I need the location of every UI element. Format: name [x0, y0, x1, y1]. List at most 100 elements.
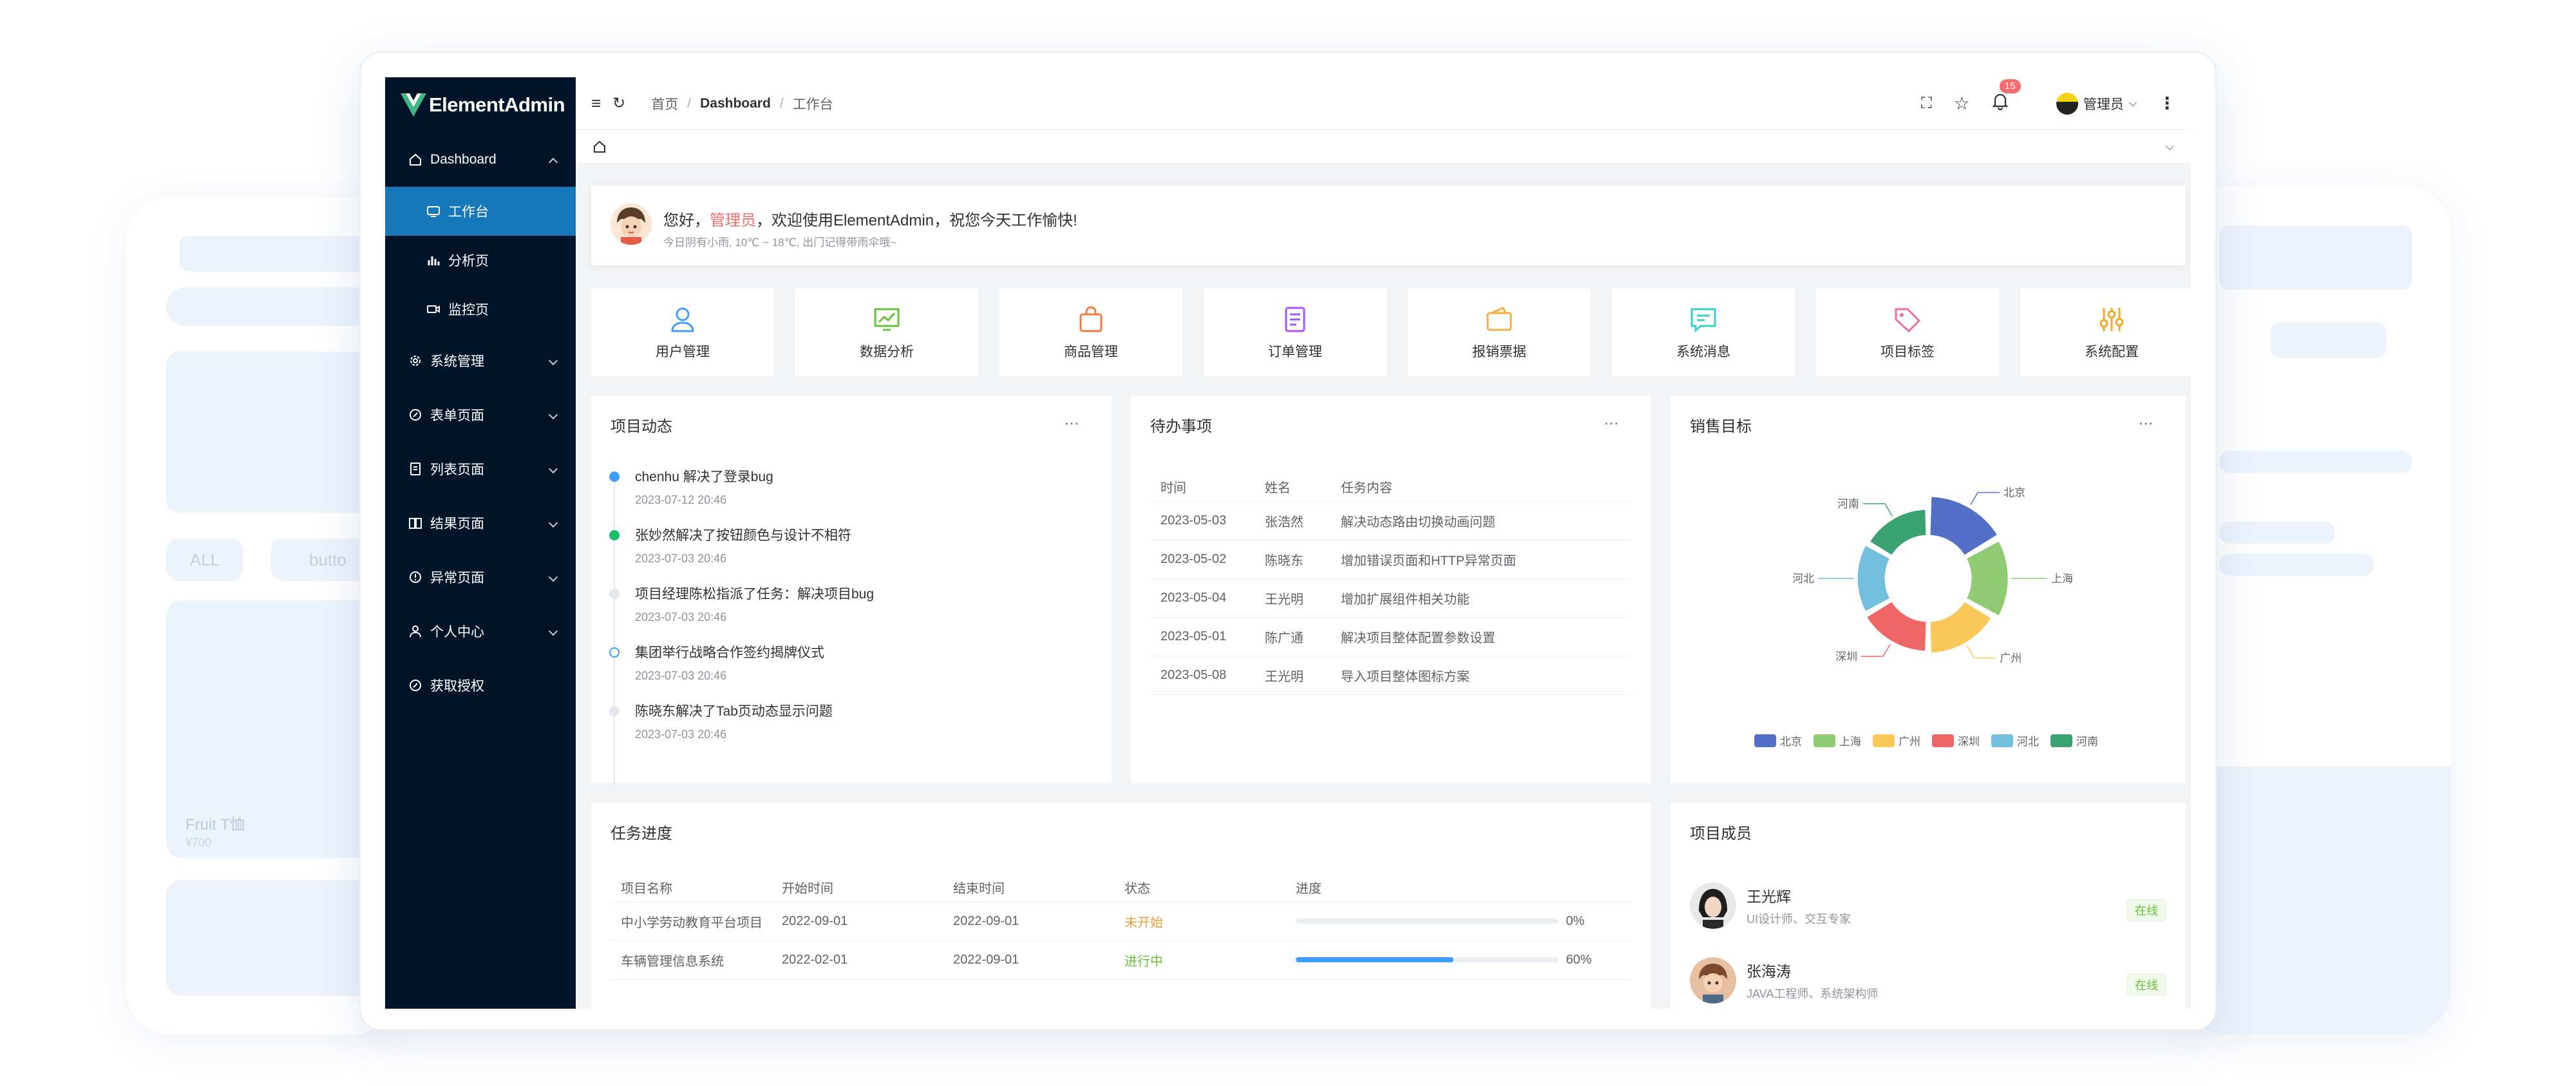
table-row[interactable]: 2023-05-01 陈广通 解决项目整体配置参数设置 [1150, 617, 1632, 656]
progress-bar [1296, 957, 1558, 963]
top-right-tools: ⛶ ☆ 15 管理员 ⌵ ⋮ [1921, 79, 2175, 115]
card-title: 任务进度 [611, 825, 672, 843]
sidebar-item-label: 监控页 [448, 303, 489, 318]
user-menu[interactable]: 管理员 ⌵ [2056, 92, 2137, 115]
legend-label[interactable]: 北京 [1780, 736, 1802, 748]
timeline-item: 陈晓东解决了Tab页动态显示问题 2023-07-03 20:46 [609, 701, 874, 759]
chart-slice-4[interactable] [1855, 543, 1892, 614]
cell-start: 2022-09-01 [782, 902, 953, 941]
app-logo-text: ElementAdmin [429, 93, 565, 116]
table-row[interactable]: 中小学劳动教育平台项目 2022-09-01 2022-09-01 未开始 0% [611, 902, 1632, 941]
timeline-time: 2023-07-12 20:46 [635, 493, 727, 506]
member-item[interactable]: 张海涛 JAVA工程师、系统架构师 [1690, 957, 1878, 1004]
cell-task: 导入项目整体图标方案 [1341, 656, 1632, 695]
more-vertical-icon[interactable]: ⋮ [2159, 93, 2175, 113]
more-icon[interactable]: ... [2139, 411, 2154, 429]
quick-action-products[interactable]: 商品管理 [999, 289, 1182, 376]
star-icon[interactable]: ☆ [1954, 93, 1970, 114]
sidebar-item-workbench[interactable]: 工作台 [385, 187, 576, 236]
cell-task: 解决动态路由切换动画问题 [1341, 501, 1632, 540]
sidebar-item-monitor[interactable]: 监控页 [385, 285, 576, 334]
sidebar-item-forms[interactable]: 表单页面 [385, 388, 576, 442]
legend-label[interactable]: 上海 [1839, 736, 1861, 748]
fullscreen-icon[interactable]: ⛶ [1921, 95, 1932, 113]
user-icon [408, 624, 422, 638]
chevron-down-icon[interactable]: ⌵ [2165, 140, 2174, 153]
sidebar-item-system[interactable]: 系统管理 [385, 334, 576, 388]
legend-swatch[interactable] [1873, 734, 1895, 747]
member-role: JAVA工程师、系统架构师 [1747, 987, 1879, 1000]
cell-name: 王光明 [1265, 578, 1341, 618]
document-icon [408, 462, 422, 476]
quick-action-label: 系统配置 [2085, 345, 2139, 359]
table-row[interactable]: 2023-05-08 王光明 导入项目整体图标方案 [1150, 656, 1632, 695]
timeline-dot [609, 706, 620, 716]
card-title: 项目动态 [611, 418, 672, 435]
legend-label[interactable]: 广州 [1899, 736, 1920, 748]
shopping-bag-icon [1079, 306, 1103, 332]
warning-icon [408, 570, 422, 584]
quick-action-orders[interactable]: 订单管理 [1204, 289, 1387, 376]
sidebar-item-profile[interactable]: 个人中心 [385, 604, 576, 658]
app-logo[interactable]: ElementAdmin [385, 77, 576, 133]
legend-label[interactable]: 河北 [2017, 736, 2039, 748]
more-icon[interactable]: ... [1604, 411, 1619, 429]
sidebar-item-license[interactable]: 获取授权 [385, 658, 576, 712]
book-icon [408, 516, 422, 530]
quick-action-user[interactable]: 用户管理 [591, 289, 774, 376]
table-row[interactable]: 车辆管理信息系统 2022-02-01 2022-09-01 进行中 60% [611, 940, 1632, 980]
sidebar-item-exceptions[interactable]: 异常页面 [385, 550, 576, 604]
notification-bell[interactable]: 15 [1992, 79, 2021, 115]
legend-label[interactable]: 河南 [2076, 736, 2098, 748]
legend-swatch[interactable] [1932, 734, 1954, 747]
breadcrumb-home[interactable]: 首页 [651, 94, 678, 113]
user-icon [671, 307, 694, 332]
chart-icon [874, 308, 900, 331]
quick-action-receipts[interactable]: 报销票据 [1408, 289, 1591, 376]
ghost-bar [179, 236, 372, 272]
table-row[interactable]: 2023-05-03 张浩然 解决动态路由切换动画问题 [1150, 501, 1632, 540]
more-icon[interactable]: ... [1065, 411, 1079, 429]
greeting-user: 管理员 [710, 212, 756, 229]
home-icon[interactable] [592, 140, 607, 154]
legend-swatch[interactable] [1814, 734, 1835, 747]
quick-action-tags[interactable]: 项目标签 [1816, 289, 1999, 376]
breadcrumb-separator: / [779, 95, 784, 111]
legend-label[interactable]: 深圳 [1958, 736, 1980, 748]
welcome-card: 您好，管理员，欢迎使用ElementAdmin，祝您今天工作愉快! 今日阴有小雨… [591, 186, 2186, 265]
quick-action-analysis[interactable]: 数据分析 [795, 289, 978, 376]
breadcrumb-dashboard[interactable]: Dashboard [700, 96, 771, 111]
quick-action-messages[interactable]: 系统消息 [1612, 289, 1795, 376]
timeline-dot [609, 589, 620, 599]
card-title: 待办事项 [1150, 418, 1212, 435]
sales-rose-chart: 北京上海广州深圳河北河南北京 上海 广州 深圳 河北 河南 [1754, 487, 2098, 748]
table-row[interactable]: 2023-05-02 陈晓东 增加错误页面和HTTP异常页面 [1150, 540, 1632, 579]
quick-action-settings[interactable]: 系统配置 [2020, 289, 2191, 376]
legend-swatch[interactable] [1754, 734, 1776, 747]
ghost-tab-all: ALL [166, 538, 243, 581]
chart-slice-5[interactable] [1868, 508, 1928, 557]
sidebar-item-lists[interactable]: 列表页面 [385, 442, 576, 496]
chevron-down-icon [548, 464, 558, 474]
menu-toggle-icon[interactable]: ≡ [591, 93, 601, 113]
sidebar-item-dashboard[interactable]: Dashboard [385, 133, 576, 187]
cell-date: 2023-05-01 [1150, 617, 1265, 656]
sidebar-item-analysis[interactable]: 分析页 [385, 236, 576, 285]
todo-card: 待办事项 ... 时间 姓名 任务内容 2023-05-03 张浩然 解决动态路由切… [1131, 395, 1651, 783]
table-row[interactable]: 2023-05-04 王光明 增加扩展组件相关功能 [1150, 578, 1632, 618]
legend-swatch[interactable] [1991, 734, 2013, 747]
legend-swatch[interactable] [2050, 734, 2072, 747]
refresh-icon[interactable]: ↻ [612, 94, 625, 113]
breadcrumb: 首页 / Dashboard / 工作台 [651, 94, 833, 113]
cell-date: 2023-05-03 [1150, 501, 1265, 540]
breadcrumb-separator: / [687, 95, 692, 111]
timeline-dot [609, 647, 620, 658]
avatar [1690, 957, 1736, 1004]
chart-slice-3[interactable] [1864, 600, 1928, 653]
quick-action-label: 订单管理 [1268, 345, 1322, 359]
top-bar: ≡ ↻ 首页 / Dashboard / 工作台 ⛶ ☆ 15 管理员 ⌵ ⋮ [576, 77, 2191, 130]
member-item[interactable]: 王光辉 UI设计师、交互专家 [1690, 882, 1851, 929]
cell-task: 增加错误页面和HTTP异常页面 [1341, 540, 1632, 579]
sidebar-item-label: 列表页面 [430, 462, 484, 477]
sidebar-item-results[interactable]: 结果页面 [385, 496, 576, 550]
